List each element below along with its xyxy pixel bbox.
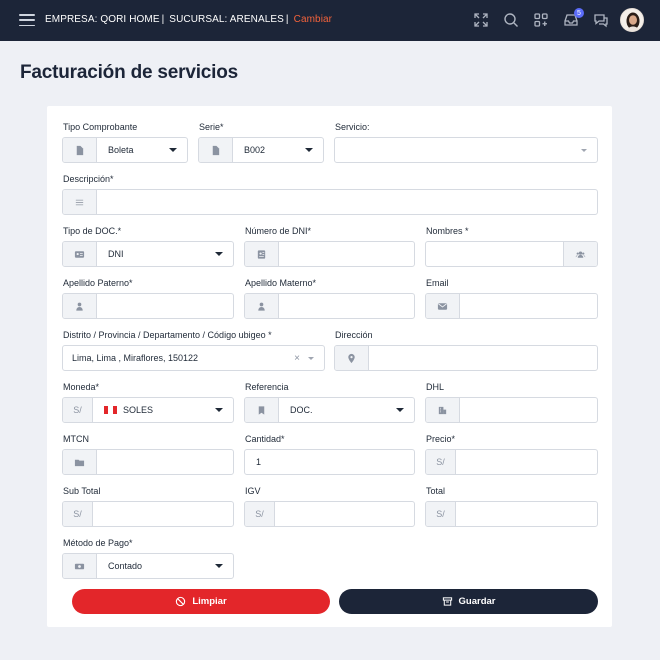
avatar[interactable] <box>620 8 644 32</box>
tipo-doc-label: Tipo de DOC.* <box>63 226 122 236</box>
apellido-paterno-label: Apellido Paterno* <box>63 278 133 288</box>
user-icon <box>245 294 279 318</box>
chevron-down-icon <box>305 148 313 152</box>
currency-prefix: S/ <box>245 502 275 526</box>
numero-dni-field[interactable] <box>244 241 415 267</box>
address-card-icon <box>245 242 279 266</box>
empresa-label: EMPRESA: QORI HOME <box>45 14 160 25</box>
building-icon <box>426 398 460 422</box>
numero-dni-label: Número de DNI* <box>245 226 312 236</box>
moneda-label: Moneda* <box>63 382 100 392</box>
folder-icon <box>63 450 97 474</box>
descripcion-label: Descripción* <box>63 174 114 184</box>
inbox-icon[interactable]: 5 <box>562 8 584 29</box>
cambiar-link[interactable]: Cambiar <box>294 14 333 25</box>
currency-prefix: S/ <box>426 502 456 526</box>
chevron-down-icon <box>308 356 314 360</box>
igv-field[interactable]: S/ <box>244 501 415 527</box>
ubigeo-select[interactable]: Lima, Lima , Miraflores, 150122 × <box>62 345 325 371</box>
referencia-select[interactable]: DOC. <box>244 397 415 423</box>
form-card: Tipo Comprobante Boleta Serie* B002 Serv… <box>47 106 612 627</box>
moneda-select[interactable]: S/ SOLES <box>62 397 234 423</box>
total-label: Total <box>426 486 446 496</box>
metodo-pago-label: Método de Pago* <box>63 538 133 548</box>
location-pin-icon <box>335 346 369 370</box>
descripcion-field[interactable] <box>62 189 598 215</box>
servicio-label: Servicio: <box>335 122 370 132</box>
total-field[interactable]: S/ <box>425 501 598 527</box>
nombres-label: Nombres * <box>426 226 469 236</box>
menu-icon[interactable] <box>19 14 35 26</box>
chevron-down-icon <box>169 148 177 152</box>
chevron-down-icon <box>215 252 223 256</box>
archive-icon <box>442 597 452 606</box>
envelope-icon <box>426 294 460 318</box>
fullscreen-icon[interactable] <box>472 11 490 29</box>
align-left-icon <box>63 190 97 214</box>
bookmark-icon <box>245 398 279 422</box>
chevron-down-icon <box>215 564 223 568</box>
save-button[interactable]: Guardar <box>339 589 598 614</box>
apellido-paterno-field[interactable] <box>62 293 234 319</box>
top-navbar: EMPRESA: QORI HOME | SUCURSAL: ARENALES | Ca… <box>0 0 660 41</box>
users-icon <box>563 242 597 266</box>
page-title: Facturación de servicios <box>20 62 239 83</box>
precio-field[interactable]: S/ <box>425 449 598 475</box>
cantidad-label: Cantidad* <box>245 434 285 444</box>
email-field[interactable] <box>425 293 598 319</box>
chevron-down-icon <box>396 408 404 412</box>
servicio-select[interactable] <box>334 137 598 163</box>
cantidad-field[interactable]: 1 <box>244 449 415 475</box>
save-button-label: Guardar <box>458 596 496 607</box>
ban-icon <box>176 596 186 607</box>
referencia-label: Referencia <box>245 382 289 392</box>
apellido-materno-label: Apellido Materno* <box>245 278 317 288</box>
nombres-field[interactable] <box>425 241 598 267</box>
direccion-label: Dirección <box>335 330 373 340</box>
sub-total-field[interactable]: S/ <box>62 501 234 527</box>
serie-select[interactable]: B002 <box>198 137 324 163</box>
user-icon <box>63 294 97 318</box>
document-icon <box>199 138 233 162</box>
tipo-comprobante-label: Tipo Comprobante <box>63 122 138 132</box>
clear-button[interactable]: Limpiar <box>72 589 330 614</box>
currency-prefix: S/ <box>426 450 456 474</box>
clear-icon[interactable]: × <box>294 353 300 364</box>
ubigeo-label: Distrito / Provincia / Departamento / Có… <box>63 330 272 340</box>
id-card-icon <box>63 242 97 266</box>
chevron-down-icon <box>215 408 223 412</box>
dhl-field[interactable] <box>425 397 598 423</box>
mtcn-field[interactable] <box>62 449 234 475</box>
money-icon <box>63 554 97 578</box>
precio-label: Precio* <box>426 434 456 444</box>
serie-label: Serie* <box>199 122 224 132</box>
company-info: EMPRESA: QORI HOME | SUCURSAL: ARENALES | Ca… <box>45 14 333 25</box>
chevron-down-icon <box>581 148 587 152</box>
apps-icon[interactable] <box>532 11 550 29</box>
notification-badge: 5 <box>574 8 584 18</box>
tipo-comprobante-select[interactable]: Boleta <box>62 137 188 163</box>
tipo-doc-select[interactable]: DNI <box>62 241 234 267</box>
document-icon <box>63 138 97 162</box>
search-icon[interactable] <box>502 11 520 29</box>
sucursal-label: SUCURSAL: ARENALES <box>169 14 284 25</box>
email-label: Email <box>426 278 449 288</box>
direccion-field[interactable] <box>334 345 598 371</box>
currency-prefix: S/ <box>63 398 93 422</box>
igv-label: IGV <box>245 486 261 496</box>
metodo-pago-select[interactable]: Contado <box>62 553 234 579</box>
chat-icon[interactable] <box>592 11 610 29</box>
clear-button-label: Limpiar <box>192 596 227 607</box>
sub-total-label: Sub Total <box>63 486 101 496</box>
dhl-label: DHL <box>426 382 445 392</box>
currency-prefix: S/ <box>63 502 93 526</box>
peru-flag-icon <box>104 406 117 414</box>
apellido-materno-field[interactable] <box>244 293 415 319</box>
mtcn-label: MTCN <box>63 434 89 444</box>
